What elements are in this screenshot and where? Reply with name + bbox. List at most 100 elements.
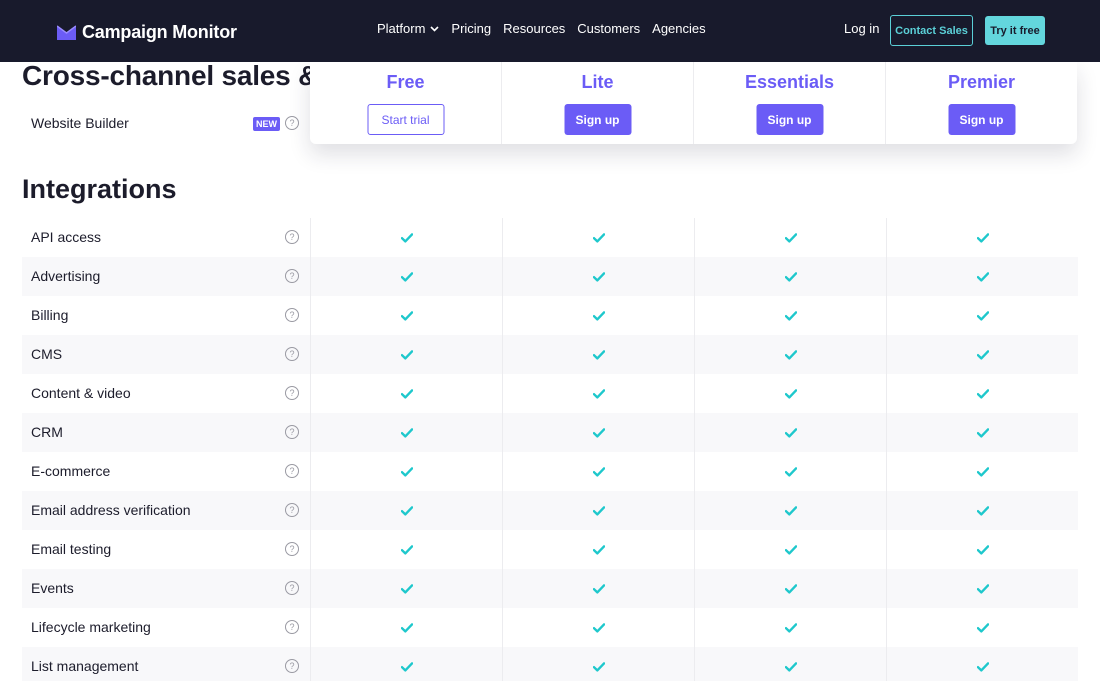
checkmark-icon bbox=[976, 544, 989, 555]
plan-cell bbox=[310, 296, 502, 335]
plans-header: Free Start trial Lite Sign up Essentials… bbox=[310, 62, 1077, 144]
checkmark-icon bbox=[400, 505, 413, 516]
checkmark-icon bbox=[784, 583, 797, 594]
plan-name: Lite bbox=[581, 72, 614, 92]
checkmark-icon bbox=[400, 583, 413, 594]
feature-label: Website Builder bbox=[31, 115, 129, 131]
logo-text: Campaign Monitor bbox=[82, 21, 237, 42]
integrations-table: API access? Advertising? Billing? CMS? Conte… bbox=[22, 218, 1078, 681]
table-row: Lifecycle marketing? bbox=[22, 608, 1078, 647]
checkmark-icon bbox=[592, 583, 605, 594]
checkmark-icon bbox=[400, 466, 413, 477]
login-link[interactable]: Log in bbox=[844, 21, 879, 36]
table-row: Content & video? bbox=[22, 374, 1078, 413]
checkmark-icon bbox=[592, 466, 605, 477]
checkmark-icon bbox=[784, 427, 797, 438]
help-icon[interactable]: ? bbox=[285, 230, 299, 244]
table-row: E-commerce? bbox=[22, 452, 1078, 491]
feature-label: API access bbox=[31, 229, 102, 245]
logo[interactable]: Campaign Monitor bbox=[57, 20, 237, 44]
plan-cell bbox=[886, 608, 1078, 647]
checkmark-icon bbox=[592, 271, 605, 282]
feature-label: CRM bbox=[31, 424, 63, 440]
plan-cell bbox=[502, 296, 694, 335]
checkmark-icon bbox=[976, 505, 989, 516]
plan-cell bbox=[502, 569, 694, 608]
feature-label: Email testing bbox=[31, 541, 112, 557]
plan-cell bbox=[694, 218, 886, 257]
checkmark-icon bbox=[592, 622, 605, 633]
table-row: Advertising? bbox=[22, 257, 1078, 296]
plan-cell bbox=[886, 335, 1078, 374]
plan-cell bbox=[886, 530, 1078, 569]
help-icon[interactable]: ? bbox=[285, 620, 299, 634]
plan-cell bbox=[694, 608, 886, 647]
checkmark-icon bbox=[592, 349, 605, 360]
checkmark-icon bbox=[592, 544, 605, 555]
table-row: CRM? bbox=[22, 413, 1078, 452]
checkmark-icon bbox=[976, 583, 989, 594]
start-trial-button[interactable]: Start trial bbox=[367, 104, 444, 135]
nav-link-agencies[interactable]: Agencies bbox=[652, 21, 705, 36]
chevron-down-icon bbox=[430, 25, 439, 32]
help-icon[interactable]: ? bbox=[285, 542, 299, 556]
checkmark-icon bbox=[784, 544, 797, 555]
plan-cell bbox=[886, 452, 1078, 491]
checkmark-icon bbox=[784, 466, 797, 477]
logo-mark-icon bbox=[57, 24, 76, 40]
help-icon[interactable]: ? bbox=[285, 581, 299, 595]
plan-cell bbox=[886, 374, 1078, 413]
help-icon[interactable]: ? bbox=[285, 425, 299, 439]
plan-cell bbox=[694, 413, 886, 452]
checkmark-icon bbox=[784, 232, 797, 243]
checkmark-icon bbox=[400, 388, 413, 399]
plan-essentials: Essentials Sign up bbox=[694, 62, 886, 144]
checkmark-icon bbox=[592, 310, 605, 321]
help-icon[interactable]: ? bbox=[285, 116, 299, 130]
checkmark-icon bbox=[400, 622, 413, 633]
feature-label: Advertising bbox=[31, 268, 101, 284]
checkmark-icon bbox=[784, 310, 797, 321]
help-icon[interactable]: ? bbox=[285, 386, 299, 400]
nav-link-resources[interactable]: Resources bbox=[503, 21, 565, 36]
checkmark-icon bbox=[592, 661, 605, 672]
feature-label: CMS bbox=[31, 346, 63, 362]
plan-cell bbox=[694, 530, 886, 569]
plan-cell bbox=[694, 569, 886, 608]
sign-up-button[interactable]: Sign up bbox=[564, 104, 631, 135]
feature-label: Email address verification bbox=[31, 502, 191, 518]
nav-link-platform[interactable]: Platform bbox=[377, 21, 439, 36]
nav-link-pricing[interactable]: Pricing bbox=[451, 21, 491, 36]
plan-name: Free bbox=[386, 72, 425, 92]
plan-cell bbox=[502, 452, 694, 491]
plan-cell bbox=[694, 647, 886, 681]
try-free-button[interactable]: Try it free bbox=[985, 16, 1045, 45]
plan-cell bbox=[310, 569, 502, 608]
plan-premier: Premier Sign up bbox=[886, 62, 1077, 144]
help-icon[interactable]: ? bbox=[285, 503, 299, 517]
help-icon[interactable]: ? bbox=[285, 308, 299, 322]
checkmark-icon bbox=[400, 310, 413, 321]
checkmark-icon bbox=[784, 349, 797, 360]
sign-up-button[interactable]: Sign up bbox=[948, 104, 1015, 135]
plan-cell bbox=[886, 647, 1078, 681]
plan-cell bbox=[694, 452, 886, 491]
checkmark-icon bbox=[976, 622, 989, 633]
plan-cell bbox=[886, 491, 1078, 530]
help-icon[interactable]: ? bbox=[285, 464, 299, 478]
feature-row-website-builder: Website Builder NEW ? bbox=[22, 104, 310, 142]
feature-label: List management bbox=[31, 658, 139, 674]
contact-sales-button[interactable]: Contact Sales bbox=[890, 15, 973, 46]
plan-cell bbox=[502, 257, 694, 296]
help-icon[interactable]: ? bbox=[285, 347, 299, 361]
help-icon[interactable]: ? bbox=[285, 659, 299, 673]
feature-label: E-commerce bbox=[31, 463, 111, 479]
plan-cell bbox=[310, 374, 502, 413]
feature-label: Lifecycle marketing bbox=[31, 619, 151, 635]
sign-up-button[interactable]: Sign up bbox=[756, 104, 823, 135]
section-title-cross-channel: Cross-channel sales & bbox=[22, 60, 319, 91]
nav-link-customers[interactable]: Customers bbox=[577, 21, 640, 36]
help-icon[interactable]: ? bbox=[285, 269, 299, 283]
plan-cell bbox=[502, 530, 694, 569]
checkmark-icon bbox=[592, 388, 605, 399]
